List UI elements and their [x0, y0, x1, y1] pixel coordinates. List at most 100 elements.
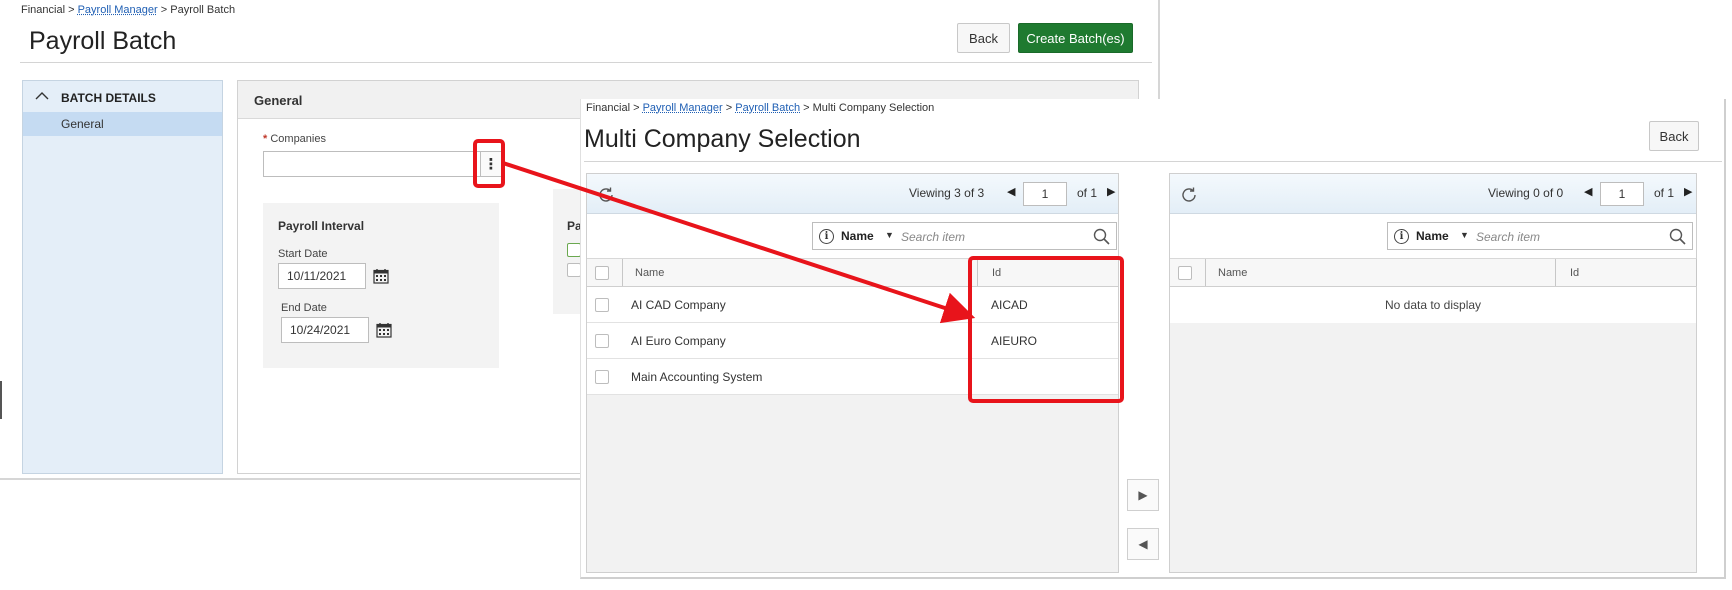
dialog-back-button[interactable]: Back: [1649, 121, 1699, 151]
start-date-label: Start Date: [278, 248, 328, 260]
viewing-count: 3 of 3: [954, 186, 985, 200]
company-name-cell: Main Accounting System: [631, 370, 763, 384]
payroll-interval-card: Payroll Interval Start Date 10/11/2021 E…: [263, 203, 499, 368]
info-icon[interactable]: i: [819, 229, 834, 244]
breadcrumb-current: Payroll Batch: [170, 4, 236, 16]
row-checkbox[interactable]: [595, 298, 609, 312]
arrow-left-icon: ◀: [1138, 537, 1148, 551]
page-count: of 1: [1077, 186, 1098, 200]
grid-header-row: Name Id: [1170, 259, 1697, 287]
column-divider[interactable]: [977, 259, 978, 286]
next-page-icon[interactable]: ▶: [1107, 185, 1115, 198]
viewing-label: Viewing 3 of 3: [909, 186, 984, 200]
create-batches-button[interactable]: Create Batch(es): [1018, 23, 1133, 53]
title-divider: [20, 62, 1152, 63]
section-title: General: [254, 93, 303, 108]
page-number-input[interactable]: 1: [1600, 182, 1644, 206]
viewing-count: 0 of 0: [1533, 186, 1564, 200]
table-row[interactable]: AI CAD Company AICAD: [587, 287, 1118, 323]
sidebar-item-general[interactable]: General: [23, 112, 222, 136]
viewing-text: Viewing: [1488, 186, 1530, 200]
grid-toolbar: Viewing 3 of 3 ◀ 1 of 1 ▶: [587, 174, 1118, 214]
search-box[interactable]: i Name ▼ Search item: [1387, 222, 1693, 250]
column-divider: [1205, 259, 1206, 286]
select-all-checkbox[interactable]: [595, 266, 609, 280]
info-icon[interactable]: i: [1394, 229, 1409, 244]
grid-toolbar: Viewing 0 of 0 ◀ 1 of 1 ▶: [1170, 174, 1696, 214]
back-button[interactable]: Back: [957, 23, 1010, 53]
move-left-button[interactable]: ◀: [1127, 528, 1159, 560]
column-divider[interactable]: [1696, 259, 1697, 286]
select-all-checkbox[interactable]: [1178, 266, 1192, 280]
caret-down-icon[interactable]: ▼: [885, 230, 894, 240]
dialog-title-divider: [584, 161, 1722, 162]
grid-header-row: Name Id: [587, 259, 1118, 287]
breadcrumb-separator: >: [68, 4, 75, 16]
breadcrumb-separator: >: [803, 102, 810, 114]
column-header-id[interactable]: Id: [1570, 267, 1579, 279]
viewing-label: Viewing 0 of 0: [1488, 186, 1563, 200]
selected-companies-grid: Viewing 0 of 0 ◀ 1 of 1 ▶ i Name ▼ Searc…: [1169, 173, 1697, 573]
search-row: i Name ▼ Search item: [1170, 214, 1696, 259]
multi-company-selection-dialog: Financial > Payroll Manager > Payroll Ba…: [580, 99, 1726, 579]
column-divider: [622, 259, 623, 286]
sidebar-item-label: General: [61, 117, 104, 131]
required-marker: *: [263, 133, 268, 145]
start-date-input[interactable]: 10/11/2021: [278, 263, 366, 289]
calendar-icon[interactable]: [373, 268, 389, 284]
company-name-cell: AI CAD Company: [631, 298, 726, 312]
caret-down-icon[interactable]: ▼: [1460, 230, 1469, 240]
company-id-cell: AICAD: [991, 298, 1028, 312]
checkbox[interactable]: [567, 243, 581, 257]
empty-state-text: No data to display: [1170, 287, 1696, 323]
next-page-icon[interactable]: ▶: [1684, 185, 1692, 198]
previous-page-icon[interactable]: ◀: [1584, 185, 1592, 198]
viewing-text: Viewing: [909, 186, 951, 200]
page-count: of 1: [1654, 186, 1675, 200]
kebab-menu-icon[interactable]: ⋮: [480, 151, 502, 177]
row-checkbox[interactable]: [595, 370, 609, 384]
payroll-interval-title: Payroll Interval: [278, 219, 365, 233]
page-number-input[interactable]: 1: [1023, 182, 1067, 206]
chevron-up-icon: [35, 91, 49, 104]
page-title: Payroll Batch: [29, 27, 177, 55]
end-date-input[interactable]: 10/24/2021: [281, 317, 369, 343]
search-field-selector[interactable]: Name: [841, 229, 874, 243]
search-row: i Name ▼ Search item: [587, 214, 1118, 259]
calendar-icon[interactable]: [376, 322, 392, 338]
companies-label-text: Companies: [270, 133, 326, 145]
breadcrumb: Financial > Payroll Manager > Payroll Ba…: [586, 102, 934, 114]
sidebar-section-header[interactable]: BATCH DETAILS: [23, 89, 222, 109]
breadcrumb-payroll-manager-link[interactable]: Payroll Manager: [643, 102, 723, 114]
search-input[interactable]: Search item: [1476, 230, 1540, 244]
column-header-name[interactable]: Name: [1218, 267, 1247, 279]
previous-page-icon[interactable]: ◀: [1007, 185, 1015, 198]
companies-label: * Companies: [263, 133, 326, 145]
end-date-label: End Date: [281, 302, 327, 314]
company-id-cell: AIEURO: [991, 334, 1038, 348]
column-header-name[interactable]: Name: [635, 267, 664, 279]
move-right-button[interactable]: ▶: [1127, 479, 1159, 511]
edge-marker: [0, 381, 2, 419]
column-divider[interactable]: [1555, 259, 1556, 286]
search-box[interactable]: i Name ▼ Search item: [812, 222, 1117, 250]
table-row[interactable]: AI Euro Company AIEURO: [587, 323, 1118, 359]
breadcrumb: Financial > Payroll Manager > Payroll Ba…: [21, 4, 235, 16]
checkbox[interactable]: [567, 263, 581, 277]
column-header-id[interactable]: Id: [992, 267, 1001, 279]
search-field-selector[interactable]: Name: [1416, 229, 1449, 243]
breadcrumb-financial: Financial: [586, 102, 631, 114]
row-checkbox[interactable]: [595, 334, 609, 348]
sidebar-section-label: BATCH DETAILS: [61, 91, 156, 105]
search-icon[interactable]: [1093, 228, 1110, 245]
search-input[interactable]: Search item: [901, 230, 965, 244]
refresh-icon[interactable]: [597, 186, 615, 204]
search-icon[interactable]: [1669, 228, 1686, 245]
breadcrumb-payroll-manager-link[interactable]: Payroll Manager: [78, 4, 158, 16]
breadcrumb-payroll-batch-link[interactable]: Payroll Batch: [735, 102, 800, 114]
table-row[interactable]: Main Accounting System: [587, 359, 1118, 395]
refresh-icon[interactable]: [1180, 186, 1198, 204]
breadcrumb-financial: Financial: [21, 4, 66, 16]
companies-input[interactable]: [263, 151, 481, 177]
available-companies-grid: Viewing 3 of 3 ◀ 1 of 1 ▶ i Name ▼ Searc…: [586, 173, 1119, 573]
